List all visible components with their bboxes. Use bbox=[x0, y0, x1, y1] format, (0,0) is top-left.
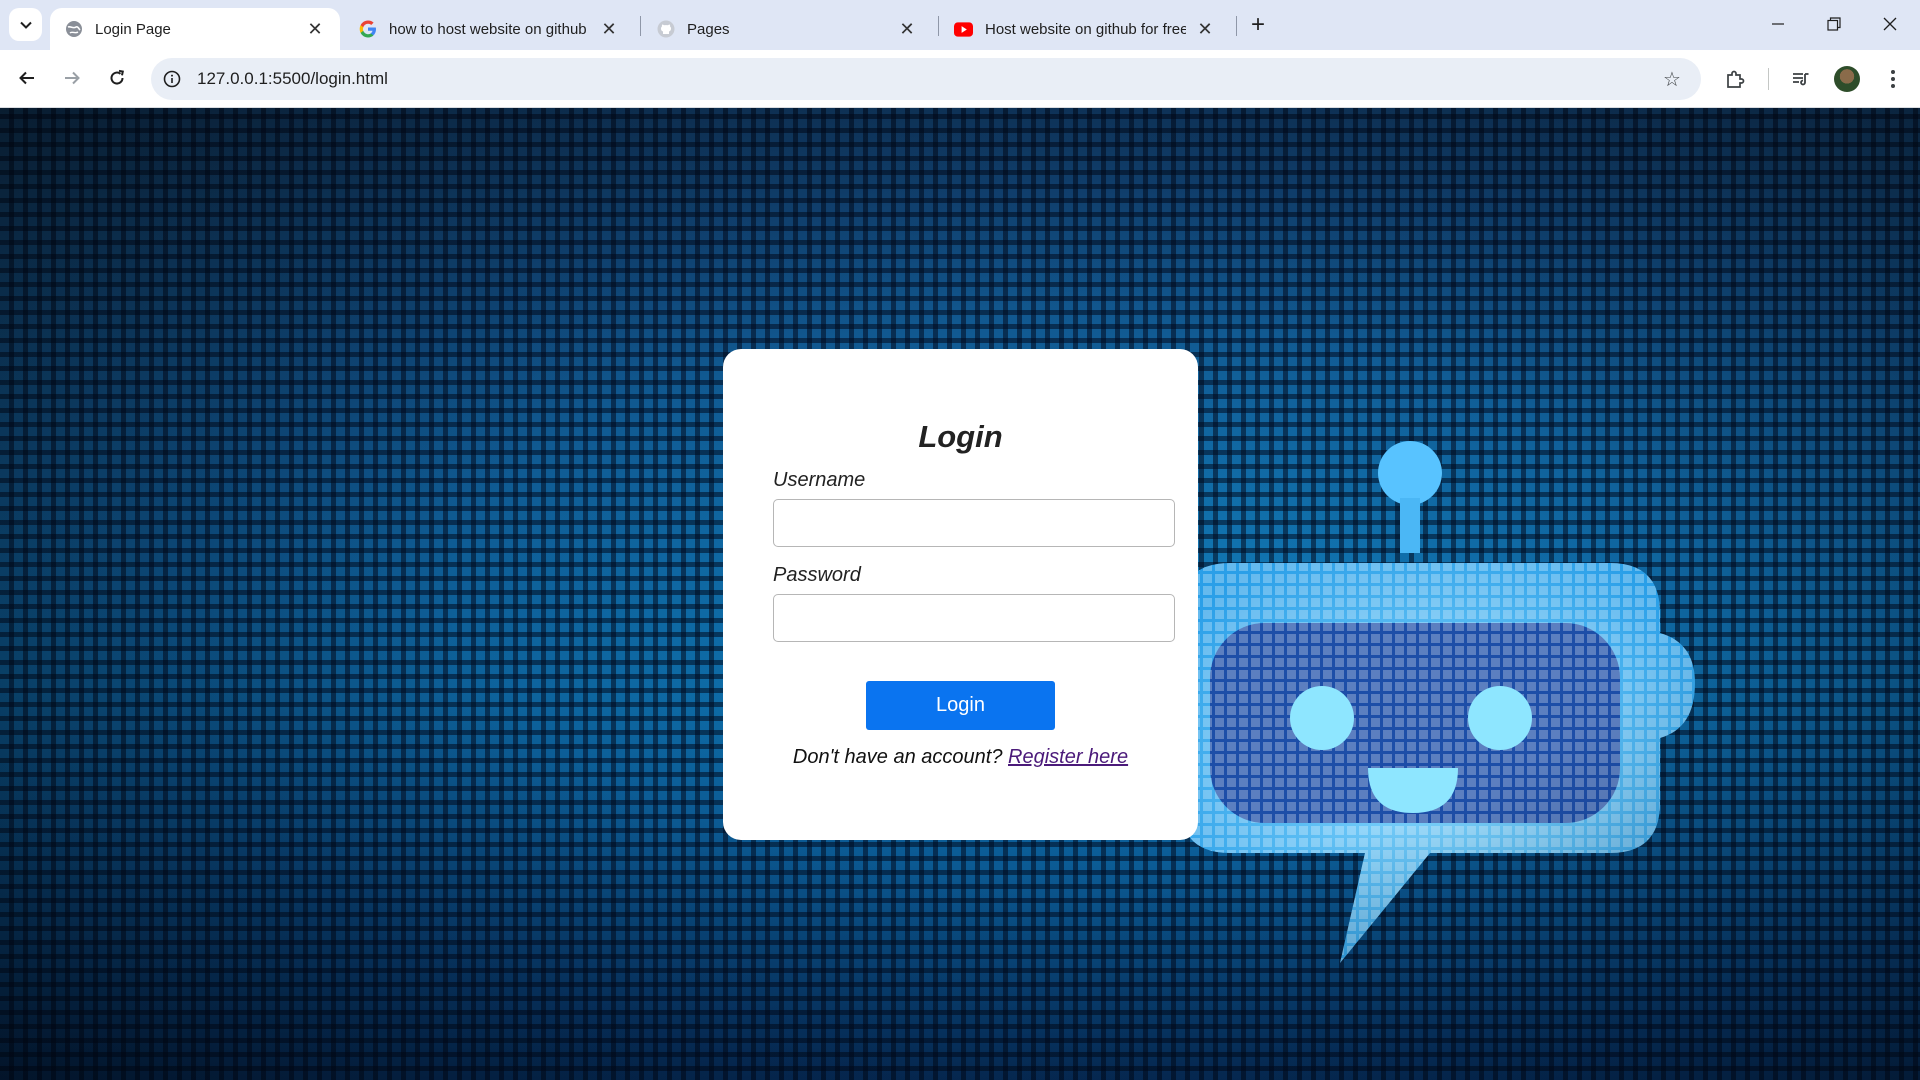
url-text: 127.0.0.1:5500/login.html bbox=[197, 69, 388, 88]
media-control-button[interactable] bbox=[1784, 62, 1818, 96]
forward-button[interactable] bbox=[54, 60, 90, 96]
toolbar-divider bbox=[1768, 68, 1769, 90]
close-icon bbox=[1883, 17, 1897, 31]
tab-separator bbox=[938, 16, 939, 36]
tab-search-button[interactable] bbox=[9, 8, 42, 41]
register-prompt-line: Don't have an account? Register here bbox=[723, 746, 1198, 769]
tab-title: how to host website on github bbox=[389, 20, 587, 38]
close-icon[interactable]: ✕ bbox=[1194, 18, 1216, 40]
globe-icon bbox=[64, 20, 83, 39]
password-label: Password bbox=[773, 564, 861, 586]
new-tab-button[interactable]: + bbox=[1244, 11, 1272, 39]
back-button[interactable] bbox=[9, 60, 45, 96]
tab-youtube-video[interactable]: Host website on github for free ✕ bbox=[940, 8, 1230, 50]
tab-title: Pages bbox=[687, 20, 730, 38]
close-icon[interactable]: ✕ bbox=[598, 18, 620, 40]
arrow-right-icon bbox=[65, 71, 80, 85]
playlist-icon bbox=[1793, 73, 1809, 86]
profile-avatar[interactable] bbox=[1834, 66, 1860, 92]
github-icon bbox=[656, 20, 675, 39]
address-bar[interactable]: 127.0.0.1:5500/login.html ☆ bbox=[151, 58, 1701, 100]
tab-strip: Login Page ✕ how to host website on gith… bbox=[0, 0, 1920, 50]
restore-icon bbox=[1827, 17, 1841, 31]
page-viewport: Login Username Password Login Don't have… bbox=[0, 108, 1920, 1080]
puzzle-icon bbox=[1727, 70, 1745, 88]
tab-google-search[interactable]: how to host website on github ✕ bbox=[344, 8, 634, 50]
tab-title: Host website on github for free bbox=[985, 20, 1186, 38]
password-input[interactable] bbox=[773, 594, 1175, 642]
info-icon[interactable] bbox=[161, 68, 183, 90]
tab-login-page[interactable]: Login Page ✕ bbox=[50, 8, 340, 50]
browser-toolbar: 127.0.0.1:5500/login.html ☆ bbox=[0, 50, 1920, 108]
tab-github-pages[interactable]: Pages ✕ bbox=[642, 8, 932, 50]
minimize-button[interactable] bbox=[1750, 0, 1806, 48]
extensions-button[interactable] bbox=[1718, 62, 1752, 96]
bookmark-star-icon[interactable]: ☆ bbox=[1657, 64, 1687, 94]
close-window-button[interactable] bbox=[1862, 0, 1918, 48]
login-card: Login Username Password Login Don't have… bbox=[723, 349, 1198, 840]
register-prompt-text: Don't have an account? bbox=[792, 746, 1003, 768]
google-icon bbox=[358, 20, 377, 39]
username-label: Username bbox=[773, 469, 866, 491]
close-icon[interactable]: ✕ bbox=[304, 18, 326, 40]
username-input[interactable] bbox=[773, 499, 1175, 547]
chevron-down-icon bbox=[19, 21, 32, 29]
minimize-icon bbox=[1772, 23, 1784, 25]
close-icon[interactable]: ✕ bbox=[896, 18, 918, 40]
restore-button[interactable] bbox=[1806, 0, 1862, 48]
more-vert-icon bbox=[1891, 70, 1895, 88]
youtube-icon bbox=[954, 20, 973, 39]
login-button[interactable]: Login bbox=[866, 681, 1055, 730]
tab-separator bbox=[640, 16, 641, 36]
menu-button[interactable] bbox=[1876, 62, 1910, 96]
tab-separator bbox=[1236, 16, 1237, 36]
arrow-left-icon bbox=[19, 71, 34, 85]
reload-button[interactable] bbox=[99, 60, 135, 96]
reload-icon bbox=[110, 69, 124, 85]
login-title: Login bbox=[918, 419, 1003, 454]
register-link[interactable]: Register here bbox=[1008, 746, 1128, 768]
tab-title: Login Page bbox=[95, 20, 171, 38]
